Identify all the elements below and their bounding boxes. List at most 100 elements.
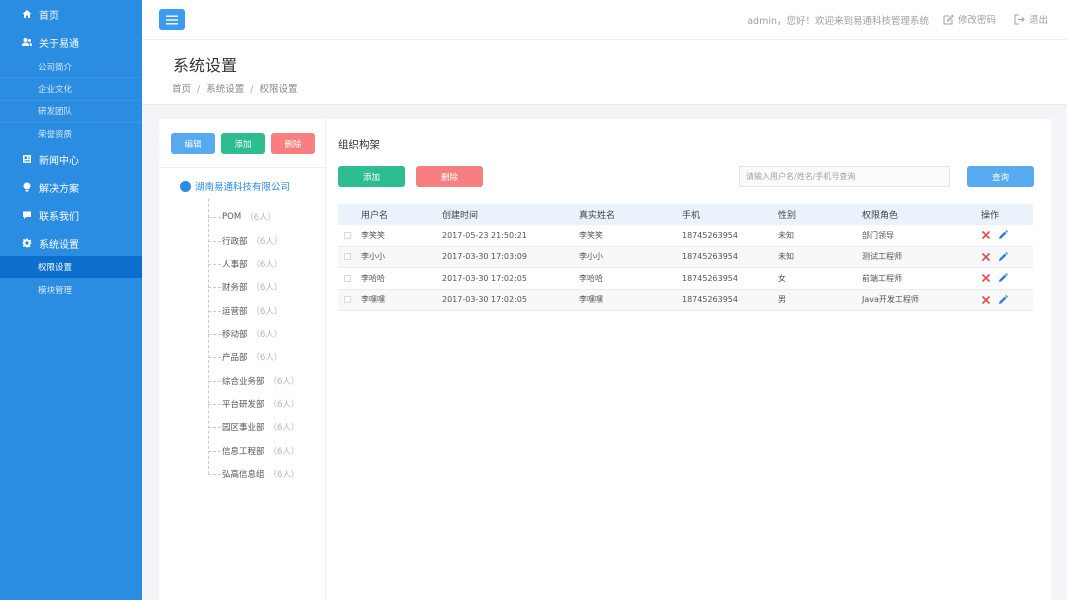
delete-row-icon[interactable] (981, 230, 991, 240)
tree-node[interactable]: 弘高信息组 （6人） (208, 468, 299, 480)
lightbulb-icon (22, 182, 32, 192)
tree-node[interactable]: 园区事业部 （6人） (208, 421, 299, 433)
sidebar-item-about[interactable]: 关于易通 (0, 28, 142, 56)
sidebar: 首页 关于易通 公司简介 企业文化 研发团队 荣誉资质 新闻中心 解决方案 联系… (0, 0, 142, 600)
cell-actions (981, 294, 1008, 305)
sidebar-item-label: 首页 (39, 10, 59, 22)
cell-username: 李嘿嘿 (361, 295, 385, 305)
tree-divider (159, 167, 326, 168)
tree-node[interactable]: POM （6人） (208, 211, 276, 223)
sidebar-item-contact[interactable]: 联系我们 (0, 201, 142, 229)
row-checkbox[interactable] (344, 231, 351, 239)
tree-node[interactable]: 平台研发部 （6人） (208, 398, 299, 410)
edit-row-icon[interactable] (998, 273, 1008, 283)
sidebar-item-label: 系统设置 (39, 239, 79, 251)
delete-row-icon[interactable] (981, 295, 991, 305)
breadcrumb: 首页 / 系统设置 / 权限设置 (172, 84, 298, 95)
org-tree-panel: 编辑 添加 删除 湖南易通科技有限公司 POM （6人） 行政部 （6人） 人事部（… (159, 119, 326, 600)
delete-user-button[interactable]: 删除 (416, 166, 483, 187)
chat-icon (22, 210, 32, 220)
edit-row-icon[interactable] (998, 230, 1008, 240)
tree-node[interactable]: 综合业务部 （6人） (208, 375, 299, 387)
sidebar-item-label: 新闻中心 (39, 155, 79, 167)
page-header: 系统设置 首页 / 系统设置 / 权限设置 (142, 40, 1067, 105)
tree-node[interactable]: 行政部 （6人） (208, 235, 282, 247)
sidebar-item-label: 关于易通 (39, 38, 79, 50)
column-header[interactable]: 手机 (682, 208, 700, 221)
change-password-link[interactable]: 修改密码 (943, 12, 996, 26)
sidebar-item-label: 联系我们 (39, 211, 79, 223)
column-header[interactable]: 真实姓名 (579, 208, 615, 221)
cell-actions (981, 251, 1008, 262)
logout-link[interactable]: 退出 (1014, 12, 1048, 26)
cell-role: 部门领导 (862, 230, 894, 240)
tree-node[interactable]: 人事部 （6人） (208, 258, 282, 270)
table-row[interactable]: 李笑笑 2017-05-23 21:50:21 李笑笑 18745263954 … (338, 225, 1033, 247)
column-header[interactable]: 权限角色 (862, 208, 898, 221)
table-header: 用户名 创建时间 真实姓名 手机 性别 权限角色 操作 (338, 204, 1033, 225)
add-user-button[interactable]: 添加 (338, 166, 405, 187)
cell-created: 2017-03-30 17:03:09 (442, 252, 527, 262)
edit-row-icon[interactable] (998, 251, 1008, 262)
tree-node[interactable]: 运营部 （6人） (208, 305, 282, 317)
cell-username: 李小小 (361, 252, 385, 262)
edit-row-icon[interactable] (998, 294, 1008, 305)
hamburger-icon (166, 15, 178, 24)
change-password-label: 修改密码 (957, 15, 996, 26)
cell-phone: 18745263954 (682, 252, 738, 262)
sidebar-subitem-culture[interactable]: 企业文化 (0, 78, 142, 101)
row-checkbox[interactable] (344, 253, 351, 261)
users-icon (22, 37, 32, 47)
sidebar-subitem-honors[interactable]: 荣誉资质 (0, 123, 142, 145)
sidebar-subitem-rd-team[interactable]: 研发团队 (0, 101, 142, 124)
cell-gender: 未知 (778, 230, 794, 240)
content-card: 编辑 添加 删除 湖南易通科技有限公司 POM （6人） 行政部 （6人） 人事部（… (159, 119, 1051, 600)
tree-root-node[interactable]: 湖南易通科技有限公司 (180, 179, 290, 193)
tree-delete-button[interactable]: 删除 (271, 133, 315, 154)
table-row[interactable]: 李哈哈 2017-03-30 17:02:05 李哈哈 18745263954 … (338, 268, 1033, 290)
sidebar-subitem-permissions[interactable]: 权限设置 (0, 256, 142, 279)
tree-root-label: 湖南易通科技有限公司 (195, 182, 291, 193)
tree-add-button[interactable]: 添加 (221, 133, 265, 154)
column-header[interactable]: 性别 (778, 208, 796, 221)
row-checkbox[interactable] (344, 296, 351, 304)
cell-created: 2017-05-23 21:50:21 (442, 230, 527, 240)
cell-username: 李笑笑 (361, 230, 385, 240)
user-table: 用户名 创建时间 真实姓名 手机 性别 权限角色 操作 李笑笑 2017-05-… (338, 204, 1033, 311)
section-title: 组织构架 (338, 139, 380, 151)
tree-node[interactable]: 财务部 （6人） (208, 281, 282, 293)
column-header[interactable]: 用户名 (361, 208, 388, 221)
breadcrumb-settings[interactable]: 系统设置 (206, 84, 244, 95)
tree-node[interactable]: 产品部 （6人） (208, 351, 282, 363)
search-input[interactable] (739, 166, 950, 187)
tree-node[interactable]: 移动部 （6人） (208, 328, 282, 340)
tree-edit-button[interactable]: 编辑 (171, 133, 215, 154)
home-icon (22, 9, 32, 19)
cell-realname: 李笑笑 (579, 230, 603, 240)
cell-phone: 18745263954 (682, 230, 738, 240)
sidebar-subitem-modules[interactable]: 模块管理 (0, 278, 142, 300)
cell-realname: 李哈哈 (579, 273, 603, 283)
cell-role: Java开发工程师 (862, 295, 919, 305)
sidebar-subitem-company-intro[interactable]: 公司简介 (0, 56, 142, 79)
search-button[interactable]: 查询 (967, 166, 1034, 187)
cell-actions (981, 230, 1008, 240)
sidebar-item-home[interactable]: 首页 (0, 0, 142, 28)
cell-realname: 李嘿嘿 (579, 295, 603, 305)
row-checkbox[interactable] (344, 274, 351, 282)
table-row[interactable]: 李小小 2017-03-30 17:03:09 李小小 18745263954 … (338, 246, 1033, 268)
breadcrumb-home[interactable]: 首页 (172, 84, 191, 95)
sidebar-item-solutions[interactable]: 解决方案 (0, 173, 142, 201)
column-header[interactable]: 创建时间 (442, 208, 478, 221)
table-row[interactable]: 李嘿嘿 2017-03-30 17:02:05 李嘿嘿 18745263954 … (338, 289, 1033, 311)
cell-role: 前端工程师 (862, 273, 902, 283)
tree-node[interactable]: 信息工程部 （6人） (208, 445, 299, 457)
cell-role: 测试工程师 (862, 252, 902, 262)
sidebar-item-settings[interactable]: 系统设置 (0, 229, 142, 257)
sidebar-item-news[interactable]: 新闻中心 (0, 145, 142, 173)
gear-icon (22, 238, 32, 248)
delete-row-icon[interactable] (981, 252, 991, 262)
menu-toggle-button[interactable] (159, 9, 185, 30)
logout-icon (1014, 14, 1025, 24)
delete-row-icon[interactable] (981, 273, 991, 283)
